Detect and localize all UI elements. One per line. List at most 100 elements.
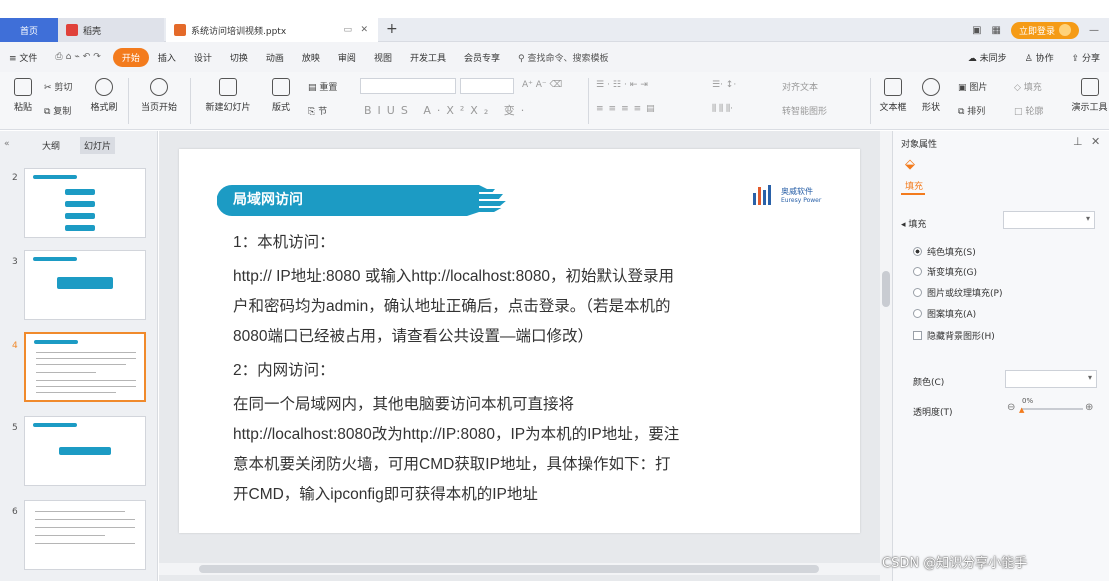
clipboard-icon — [14, 78, 32, 96]
close-tab-icon[interactable]: ✕ — [360, 25, 368, 35]
title-banner-text: 局域网访问 — [217, 185, 507, 216]
menu-item-insert[interactable]: 插入 — [149, 51, 185, 64]
reset-button[interactable]: ▤ 重置 — [308, 80, 337, 93]
layout-button[interactable]: 版式 — [266, 78, 296, 113]
tab-slides[interactable]: 幻灯片 — [80, 137, 116, 154]
vertical-scrollbar[interactable] — [880, 131, 892, 581]
shape-button[interactable]: 形状 — [916, 78, 946, 113]
login-button[interactable]: 立即登录 — [1010, 21, 1079, 39]
search-placeholder: 查找命令、搜索模板 — [527, 53, 609, 64]
avatar-icon — [1059, 24, 1071, 36]
menu-item-slideshow[interactable]: 放映 — [293, 51, 329, 64]
horizontal-scrollbar[interactable] — [159, 563, 880, 575]
quick-access-icons[interactable]: ⎙⌂⌁↶↷ — [46, 52, 112, 62]
pin-icon[interactable]: ▭ — [343, 25, 352, 35]
fill-section-label: 填充 — [908, 220, 927, 230]
search-box[interactable]: ⚲ 查找命令、搜索模板 — [509, 51, 617, 64]
menu-item-design[interactable]: 设计 — [185, 51, 221, 64]
radio-pattern-fill[interactable]: 图案填充(A) — [913, 307, 976, 320]
thumb-text-line — [35, 519, 135, 520]
tab-home[interactable]: 首页 — [0, 18, 58, 42]
fill-type-select[interactable]: ▾ — [1003, 211, 1095, 229]
paste-label: 粘贴 — [13, 103, 32, 113]
transparency-slider[interactable] — [1021, 408, 1083, 410]
radio-picture-fill[interactable]: 图片或纹理填充(P) — [913, 286, 1002, 299]
start-from-current-button[interactable]: 当页开始 — [134, 78, 184, 113]
font-style-buttons[interactable]: BIUS A·X²X₂ 变· — [364, 102, 530, 118]
play-icon — [150, 78, 168, 96]
tab-document[interactable]: 系统访问培训视频.pptx ▭ ✕ — [166, 18, 378, 42]
menu-item-developer[interactable]: 开发工具 — [401, 51, 455, 64]
outline-button[interactable]: □ 轮廓 — [1014, 104, 1043, 117]
slide-thumbnail-6[interactable] — [24, 500, 146, 570]
paragraph-align-buttons[interactable]: ≡≡≡≡▤ — [596, 104, 660, 114]
present-tools-button[interactable]: 演示工具 — [1070, 78, 1109, 113]
slide[interactable]: 局域网访问 奥威软件 Euresy Power 1：本机访问： http:// … — [179, 149, 860, 533]
arrange-button[interactable]: ⧉ 排列 — [958, 104, 985, 117]
menu-item-member[interactable]: 会员专享 — [455, 51, 509, 64]
column-buttons[interactable]: ⫼ ⫼ ⫼· — [712, 104, 733, 114]
checkbox-label: 隐藏背景图形(H) — [927, 332, 995, 342]
slide-thumbnail-2[interactable] — [24, 168, 146, 238]
file-menu[interactable]: ≡ 文件 — [0, 51, 46, 64]
collab-button[interactable]: ♙ 协作 — [1016, 51, 1063, 64]
pptx-icon — [174, 24, 186, 36]
fill-button[interactable]: ◇ 填充 — [1014, 80, 1042, 93]
tab-outline[interactable]: 大纲 — [42, 139, 60, 152]
tab-fill[interactable]: 填充 — [905, 179, 923, 192]
minus-icon[interactable]: ⊖ — [1007, 402, 1015, 413]
sync-status[interactable]: ☁ 未同步 — [959, 51, 1016, 64]
paste-button[interactable]: 粘贴 — [6, 78, 40, 113]
picture-button[interactable]: ▣ 图片 — [958, 80, 987, 93]
menu-item-review[interactable]: 审阅 — [329, 51, 365, 64]
slide-thumbnail-3[interactable] — [24, 250, 146, 320]
textbox-button[interactable]: 文本框 — [876, 78, 910, 113]
tab-home-label: 首页 — [19, 26, 38, 37]
font-name-select[interactable] — [360, 78, 456, 94]
list-buttons[interactable]: ☰·☷·⇤⇥ — [596, 80, 651, 90]
layout-icon[interactable]: ▣ — [972, 25, 981, 36]
collab-label: 协作 — [1035, 53, 1054, 64]
hide-background-checkbox[interactable]: 隐藏背景图形(H) — [913, 329, 995, 342]
color-select[interactable]: ▾ — [1005, 370, 1097, 388]
textbox-label: 文本框 — [879, 103, 907, 113]
slide-thumbnail-4[interactable] — [24, 332, 146, 402]
scroll-thumb[interactable] — [199, 565, 819, 573]
radio-gradient-fill[interactable]: 渐变填充(G) — [913, 265, 977, 278]
thumb-text-line — [36, 364, 126, 365]
smart-art-button[interactable]: 转智能图形 — [782, 104, 827, 117]
font-size-buttons[interactable]: A⁺ A⁻ ⌫ — [522, 80, 562, 90]
section-button[interactable]: ⎘ 节 — [308, 104, 327, 117]
slide-text-line: http:// IP地址:8080 或输入http://localhost:80… — [233, 268, 675, 285]
cut-button[interactable]: ✂ 剪切 — [44, 80, 72, 93]
plus-icon[interactable]: ⊕ — [1085, 402, 1093, 413]
menu-item-home[interactable]: 开始 — [112, 47, 149, 67]
slider-handle[interactable]: ▲ — [1019, 406, 1024, 414]
collapse-icon[interactable]: « — [4, 139, 10, 149]
new-slide-button[interactable]: 新建幻灯片 — [198, 78, 258, 113]
thumb-shape — [65, 225, 95, 231]
close-pane-icon[interactable]: ✕ — [1091, 135, 1100, 148]
align-text-button[interactable]: 对齐文本 — [782, 80, 818, 93]
section-icon: ⎘ — [308, 107, 319, 117]
menu-item-animation[interactable]: 动画 — [257, 51, 293, 64]
pin-pane-icon[interactable]: ⊥ — [1073, 135, 1083, 148]
slide-thumbnail-5[interactable] — [24, 416, 146, 486]
tab-docer[interactable]: 稻壳 — [58, 18, 164, 42]
format-painter-button[interactable]: 格式刷 — [86, 78, 122, 113]
minimize-button[interactable]: — — [1089, 25, 1099, 36]
grid-icon[interactable]: ▦ — [992, 25, 1001, 36]
new-tab-icon[interactable]: + — [386, 21, 398, 37]
copy-button[interactable]: ⧉ 复制 — [44, 104, 71, 117]
share-button[interactable]: ⇪ 分享 — [1063, 51, 1109, 64]
menu-item-transition[interactable]: 切换 — [221, 51, 257, 64]
pane-title[interactable]: 对象属性 — [901, 137, 937, 150]
fill-section-toggle[interactable]: ◂ 填充 — [901, 217, 926, 230]
tab-document-label: 系统访问培训视频.pptx — [191, 26, 287, 37]
scroll-thumb[interactable] — [882, 271, 890, 307]
radio-solid-fill[interactable]: 纯色填充(S) — [913, 245, 976, 258]
line-spacing-buttons[interactable]: ☰· ↕· — [712, 80, 736, 90]
object-properties-pane: 对象属性 ⊥ ✕ ⬙ 填充 ◂ 填充 ▾ 纯色填充(S) 渐变填充(G) 图片或… — [892, 131, 1109, 581]
menu-item-view[interactable]: 视图 — [365, 51, 401, 64]
font-size-select[interactable] — [460, 78, 514, 94]
